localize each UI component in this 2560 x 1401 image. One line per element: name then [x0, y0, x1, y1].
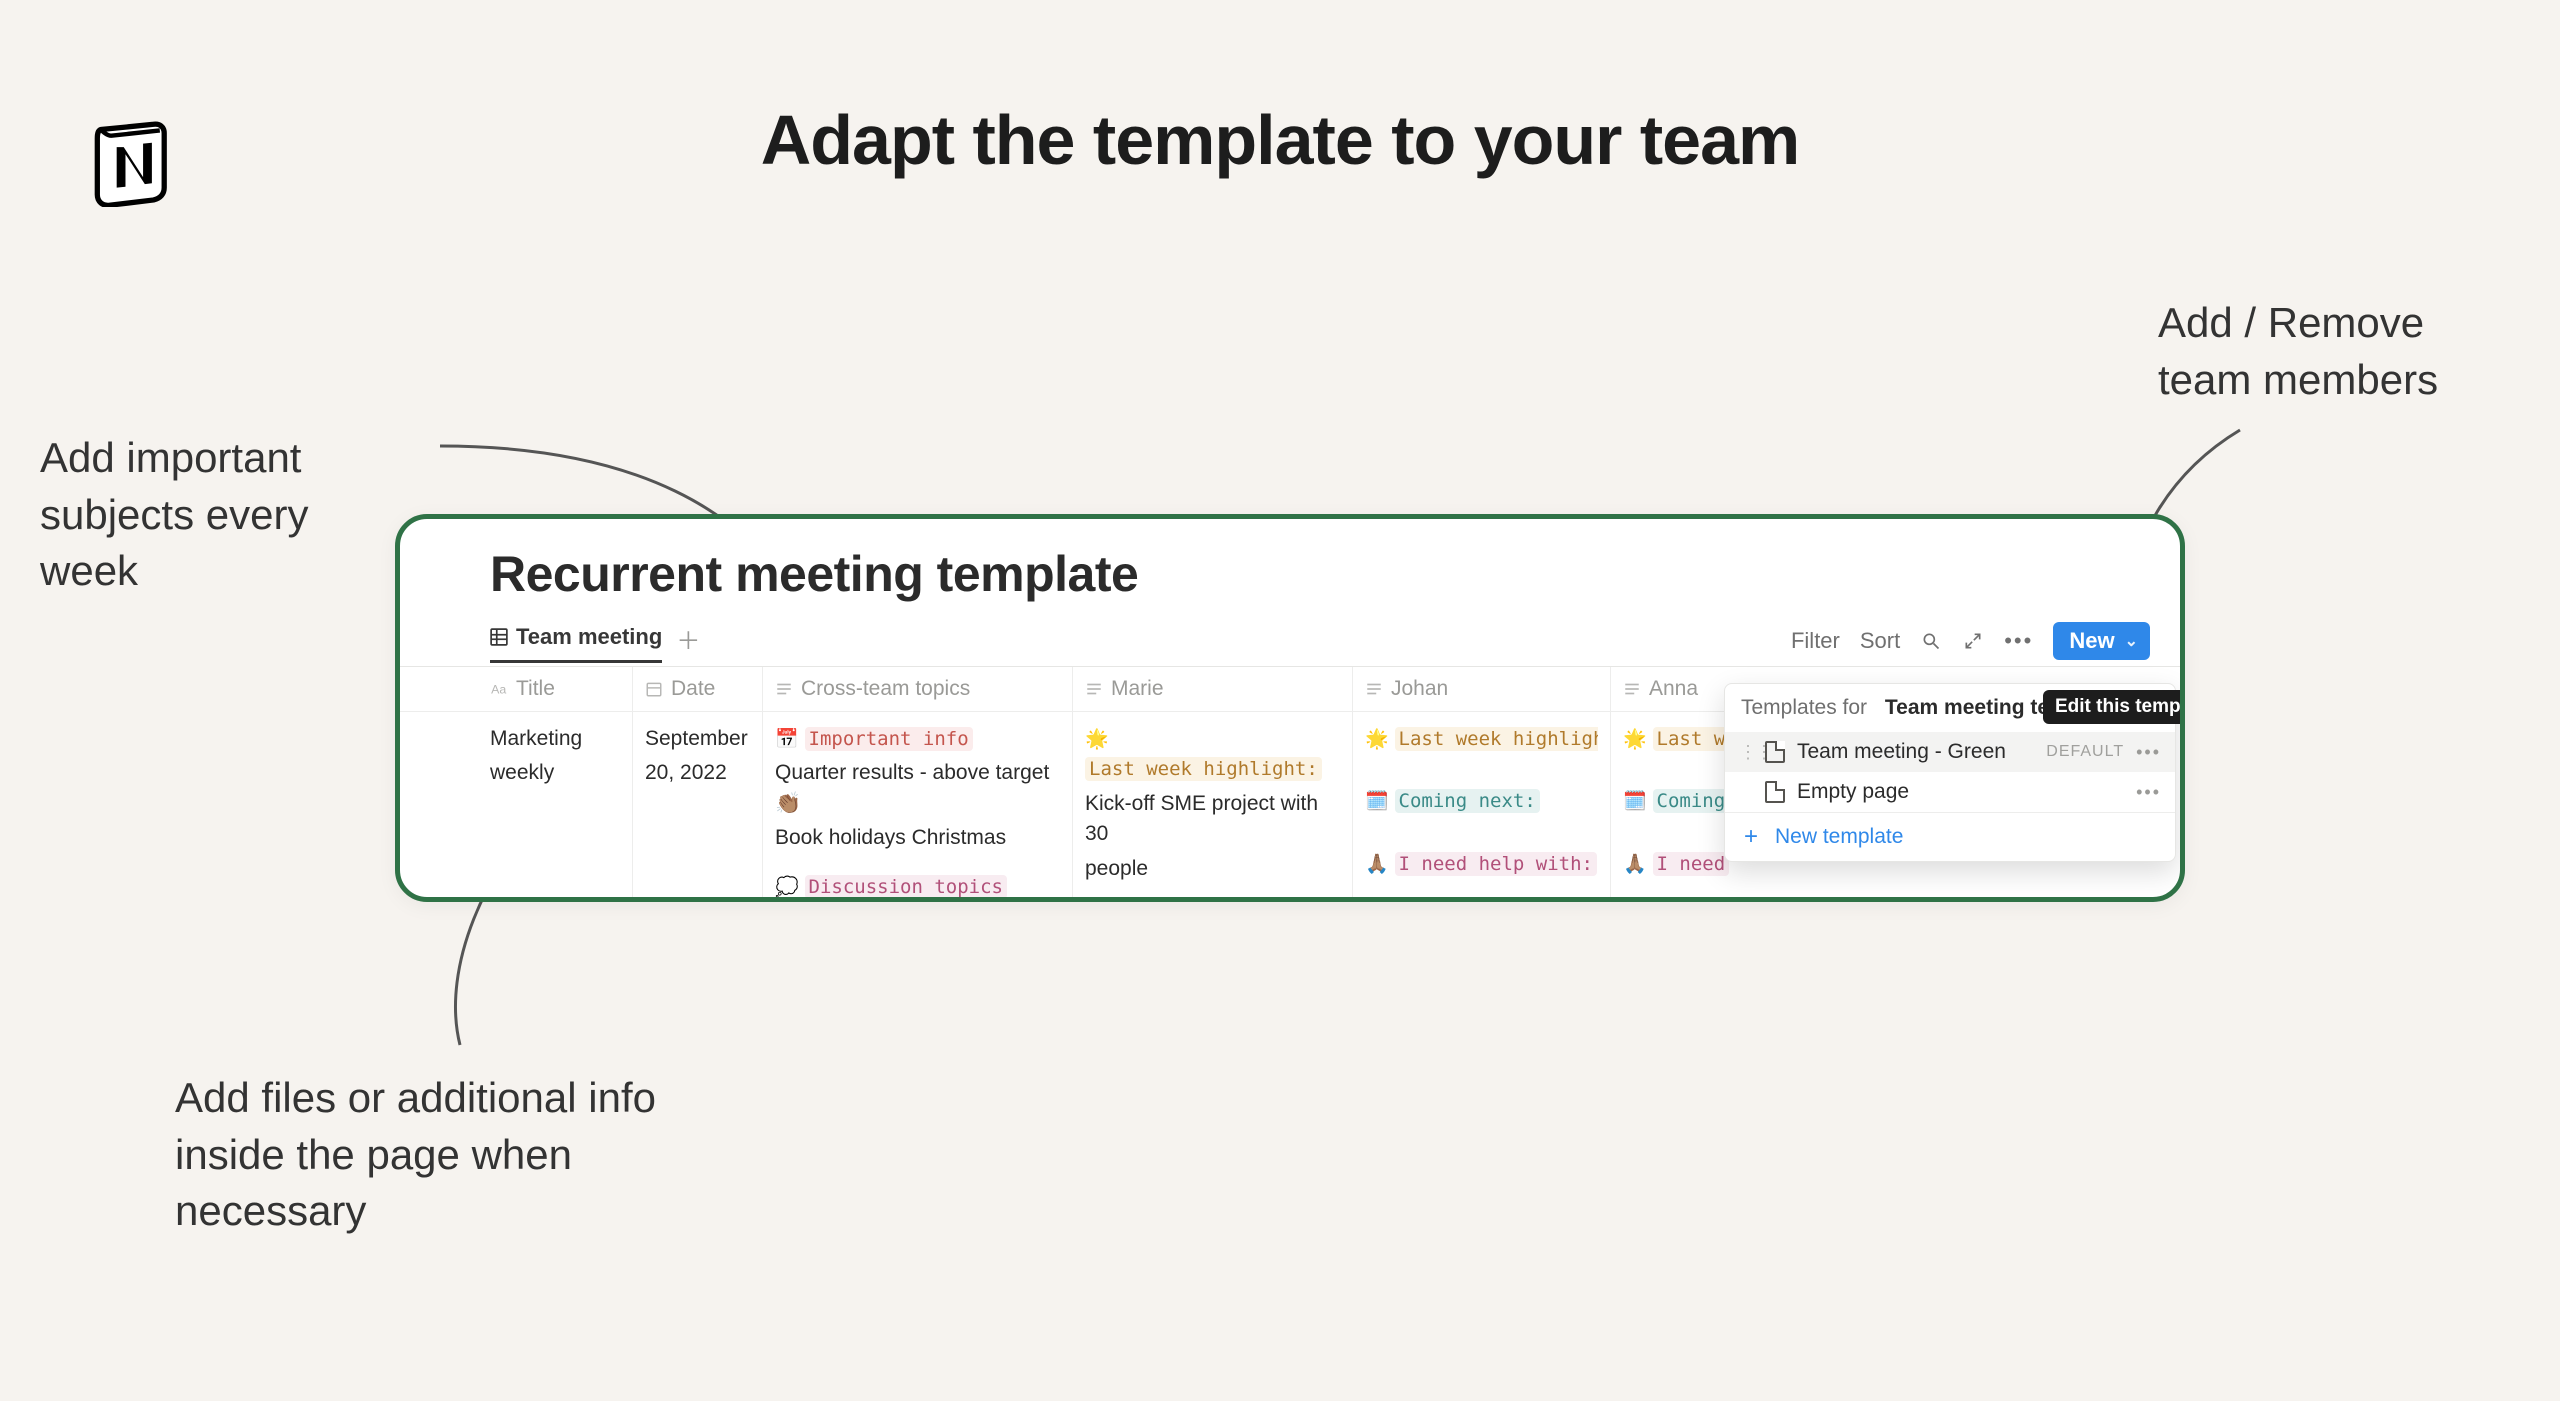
database-title: Recurrent meeting template [400, 545, 2180, 621]
star-emoji: 🌟 [1623, 729, 1647, 750]
pray-emoji: 🙏🏽 [1365, 854, 1389, 875]
badge-important-info: Important info [805, 727, 973, 751]
new-button[interactable]: New ⌄ [2053, 622, 2150, 660]
table-view-icon [490, 628, 508, 646]
template-item-label: Empty page [1797, 780, 2124, 804]
page-icon [1765, 741, 1785, 763]
expand-icon[interactable] [1962, 630, 1984, 652]
new-button-label: New [2069, 628, 2114, 654]
text-property-icon [1085, 680, 1103, 698]
new-template-button[interactable]: + New template [1725, 812, 2175, 861]
badge-coming-next: Coming [1653, 789, 1730, 813]
pray-emoji: 🙏🏽 [1623, 854, 1647, 875]
svg-text:Aa: Aa [491, 683, 506, 697]
chevron-down-icon: ⌄ [2125, 631, 2138, 651]
cell-johan[interactable]: 🌟 Last week highlight: 🗓️ Coming next: 🙏… [1353, 712, 1611, 902]
badge-coming-next: Coming next: [1395, 789, 1540, 813]
calendar-spiral-emoji: 🗓️ [1365, 791, 1389, 812]
page-icon [1765, 781, 1785, 803]
star-emoji: 🌟 [1365, 729, 1389, 750]
speech-emoji: 💭 [775, 877, 799, 898]
date-property-icon [645, 680, 663, 698]
templates-popover: Templates for Team meeting templa ⋮⋮ Tea… [1724, 683, 2176, 862]
badge-need-help: I need help with: [1395, 852, 1597, 876]
text-property-icon [1623, 680, 1641, 698]
item-more-icon[interactable]: ••• [2136, 782, 2161, 803]
notion-card: Recurrent meeting template Team meeting … [395, 514, 2185, 902]
badge-last-week-highlight: Last week highlight: [1085, 757, 1322, 781]
text-property-icon [1365, 680, 1383, 698]
new-template-label: New template [1775, 825, 1903, 849]
col-header-date[interactable]: Date [633, 667, 763, 711]
cell-cross-team[interactable]: 📅 Important info Quarter results - above… [763, 712, 1073, 902]
drag-handle-icon[interactable]: ⋮⋮ [1739, 742, 1753, 763]
sort-button[interactable]: Sort [1860, 628, 1900, 654]
slide-headline: Adapt the template to your team [0, 100, 2560, 180]
cell-date[interactable]: September 20, 2022 [633, 712, 763, 902]
template-item-empty[interactable]: ⋮⋮ Empty page ••• [1725, 772, 2175, 812]
annotation-files: Add files or additional info inside the … [175, 1070, 675, 1240]
cell-marie[interactable]: 🌟 Last week highlight: Kick-off SME proj… [1073, 712, 1353, 902]
annotation-subjects: Add important subjects every week [40, 430, 390, 600]
search-icon[interactable] [1920, 630, 1942, 652]
badge-need-help: I need [1653, 852, 1730, 876]
cell-title[interactable]: Marketing weekly [400, 712, 633, 902]
col-header-cross-team[interactable]: Cross-team topics [763, 667, 1073, 711]
calendar-spiral-emoji: 🗓️ [1623, 791, 1647, 812]
col-header-marie[interactable]: Marie [1073, 667, 1353, 711]
plus-icon: + [1741, 825, 1761, 849]
badge-discussion-topics: Discussion topics [805, 875, 1007, 899]
title-property-icon: Aa [490, 680, 508, 698]
col-header-title[interactable]: Aa Title [400, 667, 633, 711]
edit-template-tooltip: Edit this template [2043, 690, 2185, 724]
add-view-button[interactable]: ＋ [676, 621, 700, 666]
template-item-label: Team meeting - Green [1797, 740, 2034, 764]
annotation-members: Add / Remove team members [2158, 295, 2518, 408]
calendar-emoji: 📅 [775, 729, 799, 750]
more-options-icon[interactable]: ••• [2004, 628, 2033, 654]
badge-last-week-highlight: Last week highlight: [1395, 727, 1598, 751]
col-header-johan[interactable]: Johan [1353, 667, 1611, 711]
text-property-icon [775, 680, 793, 698]
tab-team-meeting[interactable]: Team meeting [490, 624, 662, 663]
template-item-green[interactable]: ⋮⋮ Team meeting - Green DEFAULT ••• [1725, 732, 2175, 772]
filter-button[interactable]: Filter [1791, 628, 1840, 654]
view-tabs-row: Team meeting ＋ Filter Sort ••• New [400, 621, 2180, 667]
default-badge: DEFAULT [2046, 743, 2124, 761]
star-emoji: 🌟 [1085, 729, 1109, 750]
item-more-icon[interactable]: ••• [2136, 742, 2161, 763]
tab-label: Team meeting [516, 624, 662, 650]
